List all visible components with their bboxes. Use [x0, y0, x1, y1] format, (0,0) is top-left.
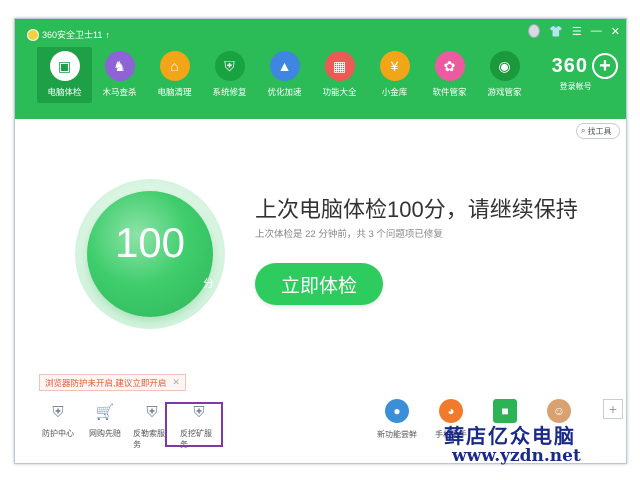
login-plus-icon[interactable]: + [592, 53, 618, 79]
monitor-icon: ▣ [49, 51, 80, 81]
guard-label: 防护中心 [42, 429, 74, 438]
minimize-icon[interactable]: — [591, 25, 602, 37]
status-headline: 上次电脑体检100分，请继续保持 [255, 197, 578, 222]
tab-3[interactable]: ⛨ 系统修复 [202, 47, 257, 103]
score-ring: 100 分 [75, 179, 225, 329]
search-icon: ⌕ [581, 126, 586, 135]
shield-icon: ⛨ [214, 51, 245, 81]
rocket-icon: ▲ [269, 51, 300, 81]
account-area[interactable]: 360 + 登录帐号 [552, 53, 618, 92]
tab-8[interactable]: ◉ 游戏管家 [477, 47, 532, 103]
upgrade-arrow-icon[interactable]: ↑ [105, 30, 110, 40]
close-icon[interactable]: ✕ [611, 25, 620, 38]
warning-close-icon[interactable]: ✕ [172, 377, 180, 388]
new-feature-icon: ● [385, 399, 409, 423]
shield-check-icon: ⛨ [52, 403, 64, 421]
browser-protection-warning[interactable]: 浏览器防护未开启,建议立即开启 ✕ [39, 374, 186, 391]
guard-item[interactable]: ⛨ 防护中心 [39, 401, 77, 450]
tab-4[interactable]: ▲ 优化加速 [257, 47, 312, 103]
app-title: 360安全卫士11 ↑ [27, 28, 110, 41]
apps-icon: ✿ [434, 51, 465, 81]
app-title-text: 360安全卫士11 [42, 30, 103, 40]
start-checkup-button[interactable]: 立即体检 [255, 263, 383, 305]
main-tabs: ▣ 电脑体检 ♞ 木马查杀 ⌂ 电脑清理 ⛨ 系统修复 ▲ 优化加速 ▦ 功能大全 ¥ 小金库 ✿ 软件管家 ◉… [37, 47, 532, 103]
cart-icon: 🛒 [95, 404, 115, 421]
find-tool-label: 找工具 [587, 126, 612, 136]
score-unit: 分 [203, 278, 214, 290]
menu-icon[interactable]: ☰ [572, 25, 582, 38]
guard-item[interactable]: 🛒 网购先赔 [86, 401, 124, 450]
account-brand: 360 [551, 54, 588, 77]
status-subline: 上次体检是 22 分钟前，共 3 个问题项已修复 [255, 229, 443, 240]
horse-icon: ♞ [104, 51, 135, 81]
quick-app[interactable]: ● 新功能尝鲜 [375, 399, 419, 440]
title-bar: 360安全卫士11 ↑ 👕 ☰ — ✕ ▣ 电脑体检 ♞ 木马查杀 ⌂ 电脑清理 ⛨ 系统修复… [15, 19, 626, 119]
warning-text[interactable]: 浏览器防护未开启,建议立即开启 [45, 377, 166, 389]
watermark-url: www.yzdn.net [452, 446, 581, 466]
broom-icon: ⌂ [159, 51, 190, 81]
quick-app-label: 新功能尝鲜 [377, 430, 417, 439]
quick-app[interactable]: + [591, 399, 626, 419]
tab-label: 电脑清理 [157, 87, 192, 97]
tab-5[interactable]: ▦ 功能大全 [312, 47, 367, 103]
more-icon: + [603, 399, 623, 419]
tab-1[interactable]: ♞ 木马查杀 [92, 47, 147, 103]
grid-icon: ▦ [324, 51, 355, 81]
tab-7[interactable]: ✿ 软件管家 [422, 47, 477, 103]
coin-bag-icon: ¥ [379, 51, 410, 81]
tab-label: 软件管家 [432, 87, 467, 97]
lock-shield-icon: ⛨ [146, 403, 158, 421]
tab-label: 电脑体检 [47, 87, 82, 97]
tab-6[interactable]: ¥ 小金库 [367, 47, 422, 103]
login-account-label[interactable]: 登录帐号 [560, 81, 592, 92]
tab-label: 木马查杀 [102, 87, 137, 97]
medal-icon[interactable] [528, 24, 541, 38]
tab-label: 游戏管家 [487, 87, 522, 97]
tab-label: 优化加速 [267, 87, 302, 97]
tab-label: 小金库 [381, 87, 408, 97]
tab-0[interactable]: ▣ 电脑体检 [37, 47, 92, 103]
360-logo-icon [27, 28, 39, 41]
tab-label: 功能大全 [322, 87, 357, 97]
gamepad-icon: ◉ [489, 51, 520, 81]
app-window: 360安全卫士11 ↑ 👕 ☰ — ✕ ▣ 电脑体检 ♞ 木马查杀 ⌂ 电脑清理 ⛨ 系统修复… [14, 18, 627, 464]
guard-label: 网购先赔 [89, 429, 121, 438]
tab-label: 系统修复 [212, 87, 247, 97]
score-value: 100 [114, 219, 186, 266]
tab-2[interactable]: ⌂ 电脑清理 [147, 47, 202, 103]
window-controls: 👕 ☰ — ✕ [528, 24, 620, 38]
skin-icon[interactable]: 👕 [549, 25, 563, 38]
find-tool-button[interactable]: ⌕ 找工具 [576, 123, 620, 139]
watermark-shop-name: 藓店亿众电脑 [444, 424, 576, 448]
highlight-box [165, 402, 223, 447]
